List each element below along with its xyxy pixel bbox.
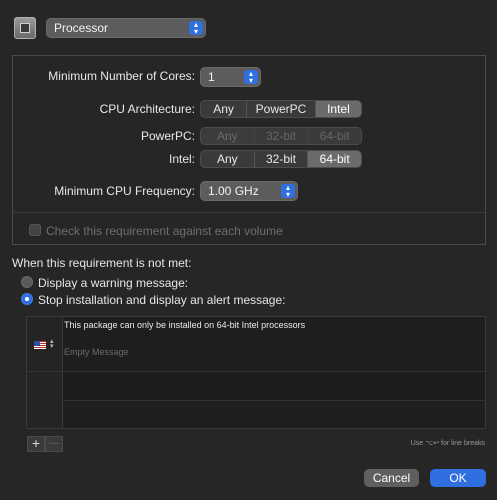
cpu-arch-label: CPU Architecture:: [99, 102, 195, 116]
us-flag-icon: [34, 341, 46, 349]
message-body-placeholder[interactable]: Empty Message: [64, 347, 129, 357]
intel-segmented[interactable]: Any 32-bit 64-bit: [200, 150, 362, 168]
cancel-button[interactable]: Cancel: [364, 469, 419, 487]
powerpc-label: PowerPC:: [140, 129, 195, 143]
panel-divider: [13, 212, 485, 213]
cpu-arch-powerpc[interactable]: PowerPC: [246, 101, 315, 117]
check-volume-label: Check this requirement against each volu…: [46, 224, 283, 238]
requirement-type-popup[interactable]: Processor ▴ ▾: [46, 18, 206, 38]
min-cores-value: 1: [208, 70, 215, 84]
min-cores-popup[interactable]: 1 ▴ ▾: [200, 67, 261, 87]
intel-label: Intel:: [168, 152, 195, 166]
powerpc-64bit: 64-bit: [307, 128, 361, 144]
intel-32bit[interactable]: 32-bit: [253, 151, 308, 167]
not-met-heading: When this requirement is not met:: [12, 256, 192, 270]
intel-64bit[interactable]: 64-bit: [307, 151, 361, 167]
line-break-hint: Use ⌥↩ for line breaks: [410, 440, 485, 447]
intel-any[interactable]: Any: [201, 151, 254, 167]
message-table: ▴ ▾ This package can only be installed on…: [26, 316, 486, 429]
warning-radio[interactable]: [21, 276, 33, 288]
message-title[interactable]: This package can only be installed on 64…: [64, 320, 305, 330]
processor-chip-icon: [14, 17, 36, 39]
powerpc-any: Any: [201, 128, 254, 144]
stop-install-radio[interactable]: [21, 293, 33, 305]
requirement-type-value: Processor: [54, 21, 109, 35]
popup-chevron-icon: ▴ ▾: [189, 21, 203, 36]
language-column: [27, 317, 63, 428]
empty-row: [63, 401, 485, 428]
check-volume-checkbox[interactable]: [29, 224, 41, 236]
min-cores-chevron-icon: ▴ ▾: [244, 70, 258, 85]
min-freq-label: Minimum CPU Frequency:: [54, 184, 195, 198]
powerpc-segmented: Any 32-bit 64-bit: [200, 127, 362, 145]
min-freq-popup[interactable]: 1.00 GHz ▴ ▾: [200, 181, 298, 201]
ok-button[interactable]: OK: [430, 469, 486, 487]
empty-row: [63, 372, 485, 400]
powerpc-32bit: 32-bit: [253, 128, 308, 144]
min-freq-value: 1.00 GHz: [208, 184, 259, 198]
requirements-panel: Minimum Number of Cores: 1 ▴ ▾ CPU Archit…: [12, 55, 486, 245]
remove-button[interactable]: —: [45, 436, 63, 452]
warning-label: Display a warning message:: [38, 276, 189, 290]
cpu-arch-intel[interactable]: Intel: [314, 101, 361, 117]
min-freq-chevron-icon: ▴ ▾: [281, 184, 295, 199]
min-cores-label: Minimum Number of Cores:: [48, 69, 195, 83]
cpu-arch-any[interactable]: Any: [201, 101, 246, 117]
cpu-arch-segmented[interactable]: Any PowerPC Intel: [200, 100, 362, 118]
language-chevron-icon[interactable]: ▴ ▾: [50, 338, 54, 350]
add-button[interactable]: +: [27, 436, 45, 452]
stop-install-label: Stop installation and display an alert m…: [38, 293, 286, 307]
